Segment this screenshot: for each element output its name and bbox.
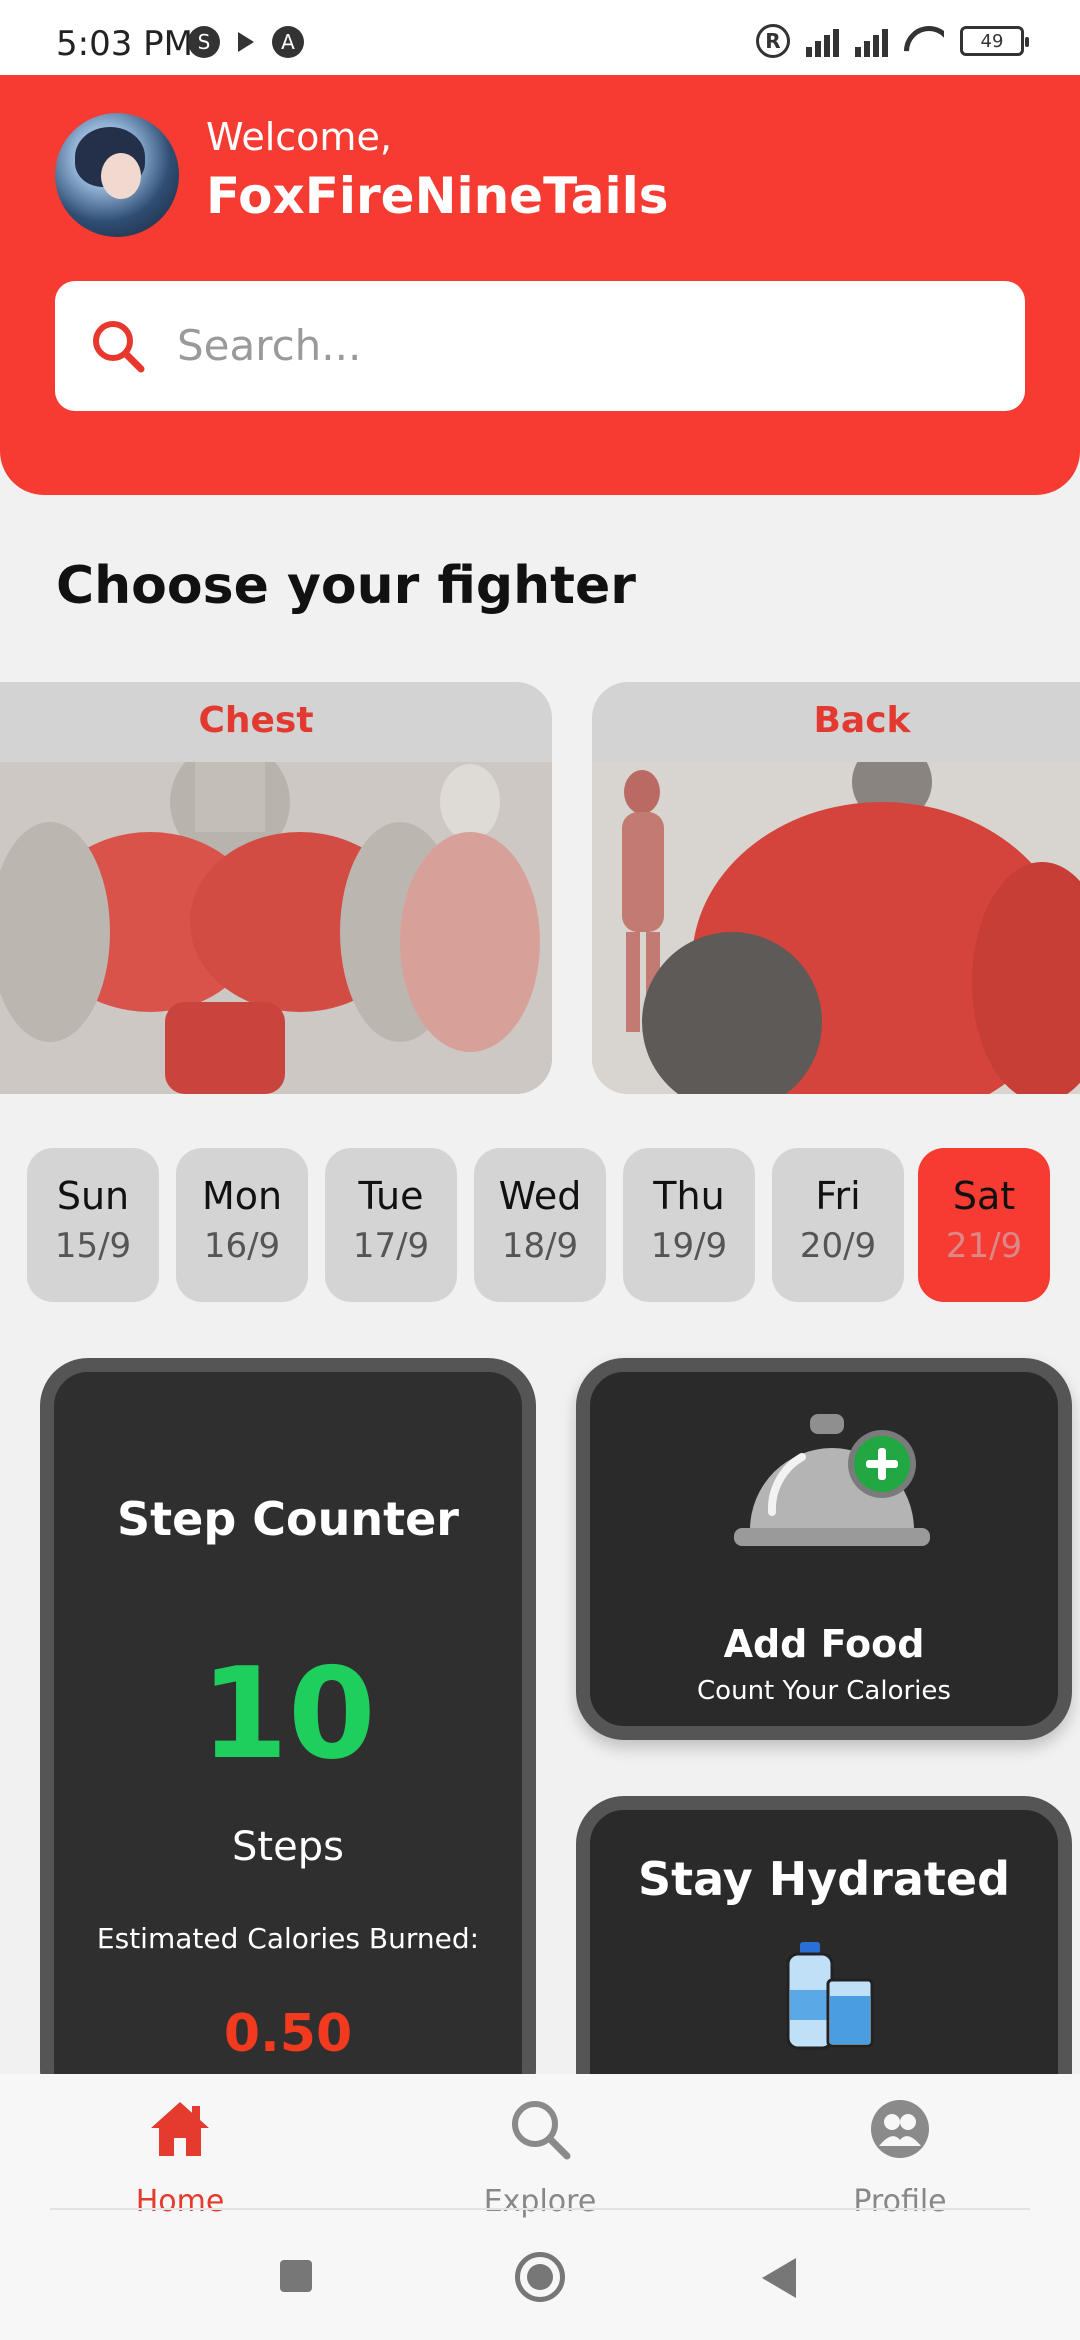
cloche-add-icon — [734, 1414, 930, 1546]
day-thu[interactable]: Thu 19/9 — [623, 1148, 755, 1302]
username: FoxFireNineTails — [206, 167, 669, 225]
add-food-subtitle: Count Your Calories — [697, 1676, 951, 1706]
day-name: Wed — [498, 1174, 582, 1218]
avatar[interactable] — [55, 113, 179, 237]
status-time: 5:03 PM — [56, 24, 193, 64]
muscle-card-label: Chest — [198, 700, 314, 741]
home-icon — [151, 2102, 209, 2156]
step-count: 10 — [200, 1640, 376, 1787]
muscle-card-back[interactable]: Back — [592, 682, 1080, 1094]
day-name: Sat — [952, 1174, 1016, 1218]
welcome-text: Welcome, — [206, 115, 392, 159]
day-name: Fri — [815, 1174, 861, 1218]
add-food-card[interactable]: Add Food Count Your Calories — [576, 1358, 1072, 1740]
day-date: 16/9 — [203, 1226, 281, 1266]
day-name: Tue — [358, 1174, 424, 1218]
search-icon — [512, 2101, 571, 2160]
muscle-card-chest[interactable]: Chest — [0, 682, 552, 1094]
status-bar: 5:03 PM S A R 49 — [0, 0, 1080, 75]
status-notification-icons: S A — [188, 26, 304, 58]
hydration-title: Stay Hydrated — [638, 1852, 1010, 1906]
battery-icon: 49 — [960, 26, 1029, 56]
step-unit: Steps — [232, 1824, 344, 1870]
day-date: 20/9 — [799, 1226, 877, 1266]
back-button[interactable] — [762, 2258, 796, 2298]
day-date: 19/9 — [650, 1226, 728, 1266]
day-fri[interactable]: Fri 20/9 — [772, 1148, 904, 1302]
registered-icon: R — [756, 24, 790, 58]
system-navigation-bar — [0, 2200, 1080, 2340]
day-date: 18/9 — [501, 1226, 579, 1266]
chest-anatomy-image — [0, 762, 552, 1094]
water-bottle-icon — [786, 1942, 874, 2050]
recent-apps-button[interactable] — [280, 2260, 312, 2292]
step-counter-card[interactable]: Step Counter 10 Steps Estimated Calories… — [40, 1358, 536, 2118]
day-date: 15/9 — [54, 1226, 132, 1266]
a-app-icon: A — [272, 26, 304, 58]
calories-label: Estimated Calories Burned: — [96, 1922, 480, 1955]
signal-icon — [806, 25, 839, 57]
muscle-card-label: Back — [813, 700, 911, 741]
status-system-icons: R 49 — [756, 24, 1029, 58]
wifi-icon — [904, 26, 944, 56]
day-sat[interactable]: Sat 21/9 — [918, 1148, 1050, 1302]
day-date: 21/9 — [945, 1226, 1023, 1266]
play-icon — [238, 32, 254, 52]
step-counter-title: Step Counter — [117, 1492, 459, 1546]
section-title: Choose your fighter — [56, 556, 636, 616]
signal-icon-2 — [855, 25, 888, 57]
header: Welcome, FoxFireNineTails Search... — [0, 75, 1080, 495]
day-sun[interactable]: Sun 15/9 — [27, 1148, 159, 1302]
day-wed[interactable]: Wed 18/9 — [474, 1148, 606, 1302]
day-mon[interactable]: Mon 16/9 — [176, 1148, 308, 1302]
calories-value: 0.50 — [223, 2004, 353, 2064]
day-date: 17/9 — [352, 1226, 430, 1266]
back-anatomy-image — [592, 762, 1080, 1094]
search-input[interactable]: Search... — [55, 281, 1025, 411]
profile-icon — [871, 2100, 929, 2158]
day-name: Thu — [653, 1174, 725, 1218]
add-food-title: Add Food — [723, 1622, 925, 1666]
s-app-icon: S — [188, 26, 220, 58]
day-name: Mon — [201, 1174, 283, 1218]
day-name: Sun — [56, 1174, 130, 1218]
home-button[interactable] — [515, 2252, 565, 2302]
search-placeholder: Search... — [177, 321, 362, 370]
day-tue[interactable]: Tue 17/9 — [325, 1148, 457, 1302]
avatar-face — [101, 153, 141, 199]
search-icon — [93, 321, 145, 373]
